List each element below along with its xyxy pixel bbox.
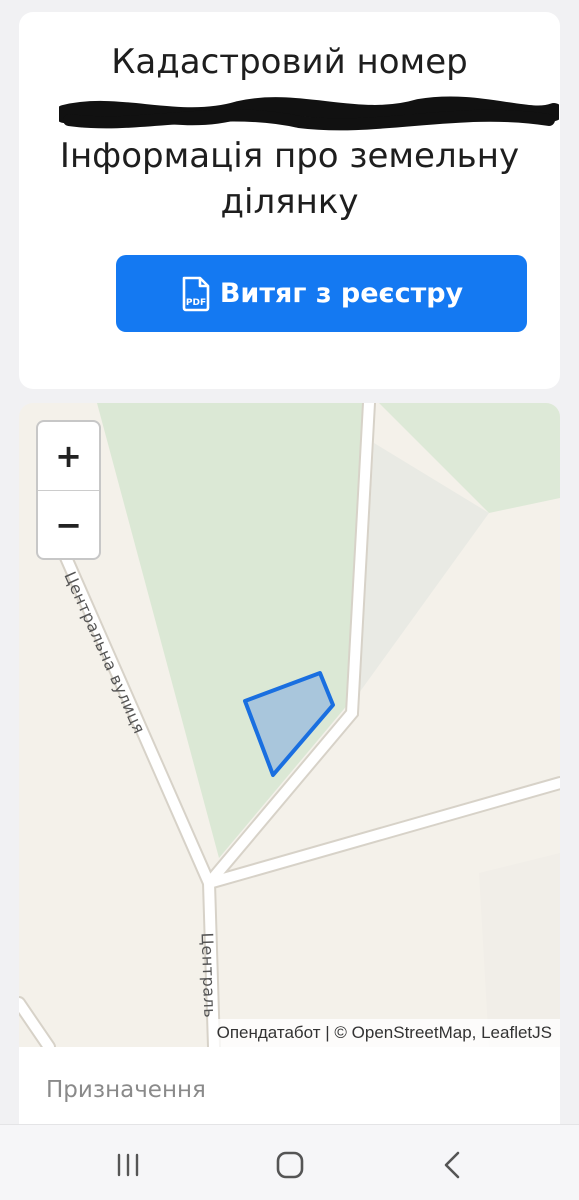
map-attribution[interactable]: Опендатабот | © OpenStreetMap, LeafletJS	[208, 1019, 560, 1047]
map-view[interactable]: Центральна вулиця Централь + − Опендатаб…	[19, 403, 560, 1047]
pdf-file-icon: PDF	[182, 276, 210, 311]
redacted-cadastral-number	[59, 96, 559, 131]
zoom-out-button[interactable]: −	[38, 490, 99, 558]
recent-apps-icon[interactable]	[108, 1147, 148, 1183]
extract-button[interactable]: PDF Витяг з реєстру	[116, 255, 527, 332]
details-card: Призначення	[19, 1047, 560, 1127]
extract-button-label: Витяг з реєстру	[219, 278, 464, 309]
back-icon[interactable]	[432, 1147, 472, 1183]
page-title: Кадастровий номер	[111, 42, 468, 82]
page-subtitle-line1: Інформація про земельну	[59, 136, 520, 176]
zoom-in-button[interactable]: +	[38, 422, 99, 490]
green-area	[97, 403, 364, 858]
purpose-label: Призначення	[46, 1077, 206, 1103]
street-label-2: Централь	[197, 932, 220, 1019]
page-subtitle-line2: ділянку	[220, 182, 359, 222]
home-icon[interactable]	[270, 1147, 310, 1183]
header-card: Кадастровий номер Інформація про земельн…	[19, 12, 560, 389]
pdf-icon-text: PDF	[186, 298, 206, 308]
zoom-control: + −	[36, 420, 101, 560]
system-navigation-bar	[0, 1124, 579, 1200]
land-area	[479, 853, 560, 1047]
